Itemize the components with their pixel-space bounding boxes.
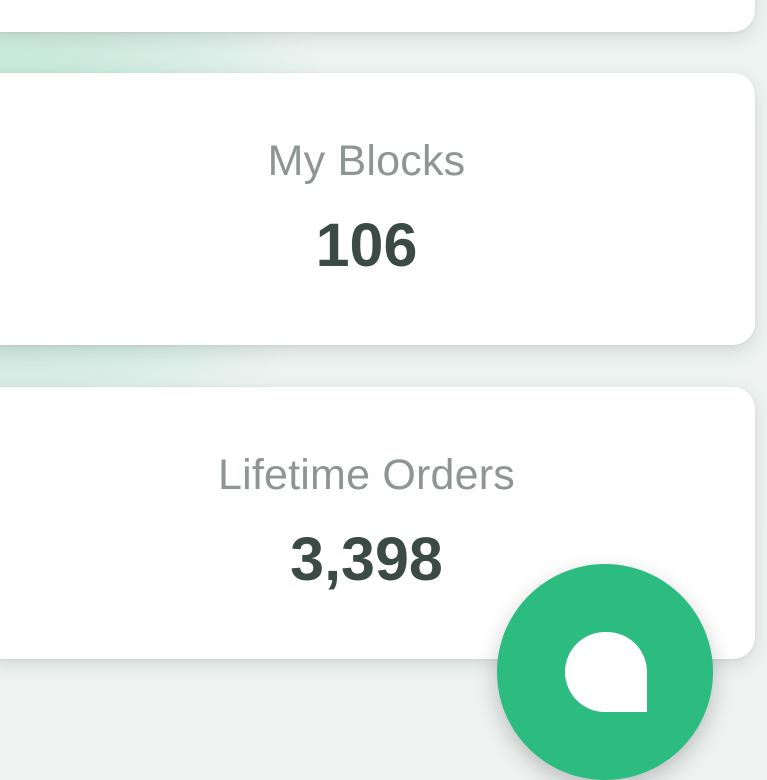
previous-stat-card: [0, 0, 755, 32]
my-blocks-card[interactable]: My Blocks 106: [0, 73, 755, 345]
my-blocks-value: 106: [315, 211, 418, 279]
lifetime-orders-label: Lifetime Orders: [218, 451, 515, 499]
chat-bubble-icon: [565, 632, 647, 712]
my-blocks-label: My Blocks: [267, 137, 466, 185]
